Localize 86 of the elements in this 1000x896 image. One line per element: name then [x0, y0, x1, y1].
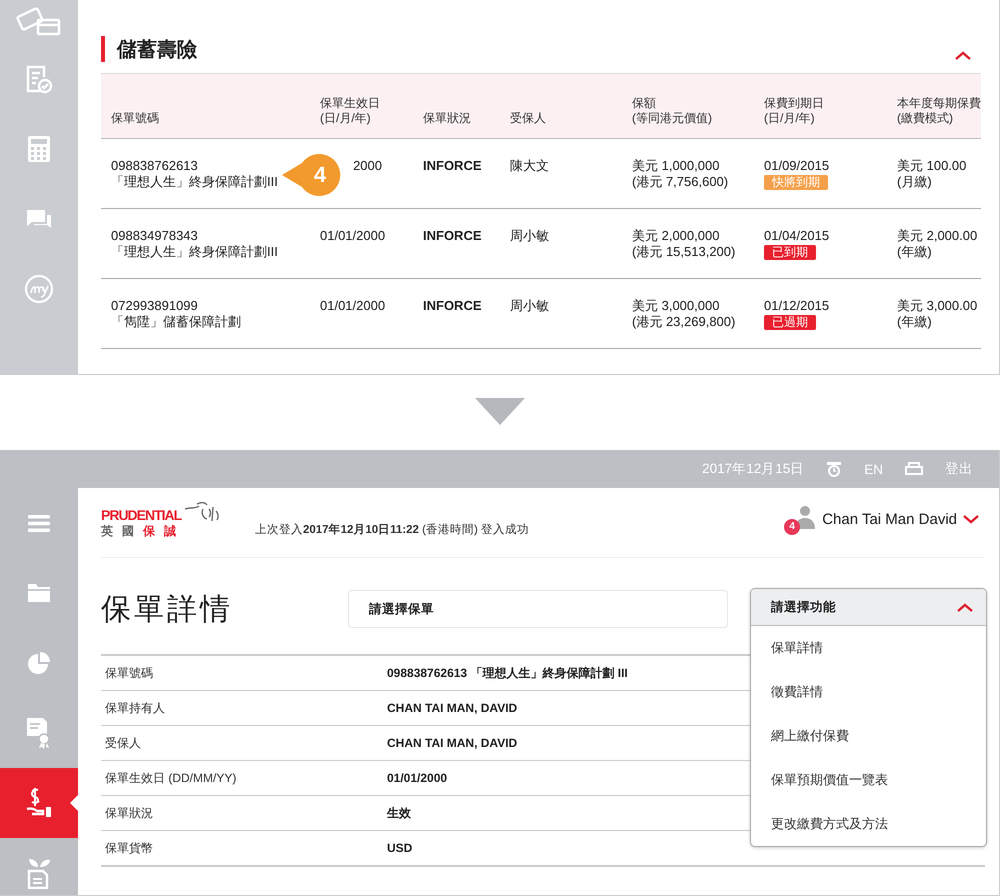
- policy-number: 072993891099: [111, 298, 199, 314]
- policy-status: INFORCE: [423, 298, 482, 313]
- payment-mode: (年繳): [897, 314, 933, 330]
- plan-name: 「理想人生」終身保障計劃III: [111, 174, 279, 190]
- column-header: 保單狀況: [422, 111, 472, 127]
- column-header: 保費到期日 (日/月/年): [763, 96, 825, 127]
- folder-icon[interactable]: [27, 583, 51, 603]
- function-select[interactable]: 請選擇功能: [751, 589, 986, 626]
- detail-label: 受保人: [104, 734, 142, 752]
- insured-name: 周小敏: [510, 298, 549, 313]
- detail-label: 保單貨幣: [104, 840, 154, 856]
- plan-name: 「理想人生」終身保障計劃III: [111, 244, 279, 260]
- column-header: 保單號碼: [110, 111, 160, 127]
- policy-number: 098838762613: [111, 158, 199, 174]
- menu-item[interactable]: 保單詳情: [751, 626, 986, 670]
- detail-value: USD: [387, 841, 412, 855]
- column-header: 保單生效日 (日/月/年): [319, 96, 381, 127]
- sidebar-item[interactable]: [0, 768, 78, 838]
- user-name[interactable]: Chan Tai Man David: [822, 511, 957, 528]
- collapse-chevron-icon[interactable]: [955, 50, 971, 60]
- company-logo: PRUDENTIAL 英國 保誠: [101, 500, 255, 538]
- my-account-icon[interactable]: [24, 274, 54, 304]
- page-title: 保單詳情: [101, 592, 234, 628]
- effective-date: 2000: [352, 158, 382, 174]
- sum-insured-hkd: (港元 15,513,200): [632, 244, 736, 260]
- down-arrow-icon: [475, 398, 525, 425]
- alarm-icon[interactable]: [826, 461, 842, 477]
- menu-item[interactable]: 網上繳付保費: [751, 714, 986, 758]
- insured-name: 陳大文: [510, 158, 549, 173]
- policy-status: INFORCE: [423, 158, 482, 173]
- detail-value: CHAN TAI MAN, DAVID: [387, 701, 518, 715]
- print-icon[interactable]: [905, 462, 923, 476]
- effective-date: 01/01/2000: [320, 298, 382, 314]
- document-award-icon[interactable]: [26, 717, 52, 749]
- step-callout: 4: [282, 153, 342, 197]
- detail-value: CHAN TAI MAN, DAVID: [387, 736, 518, 750]
- due-status-badge: 已到期: [764, 245, 816, 260]
- detail-value: 098838762613 「理想人生」終身保障計劃 III: [387, 664, 628, 682]
- menu-item[interactable]: 保單預期價值一覽表: [751, 758, 986, 802]
- column-header: 保額 (等同港元價值): [631, 96, 713, 127]
- policy-status: INFORCE: [423, 228, 482, 243]
- plan-name: 「雋陞」儲蓄保障計劃: [111, 314, 242, 330]
- payment-mode: (月繳): [897, 174, 933, 190]
- sum-insured-hkd: (港元 7,756,600): [632, 174, 730, 190]
- menu-icon[interactable]: [28, 514, 50, 532]
- plant-document-icon[interactable]: [26, 857, 52, 889]
- premium-due-date: 01/09/2015: [764, 158, 830, 174]
- premium-amount: 美元 3,000.00: [897, 298, 978, 314]
- dropdown-chevron-icon[interactable]: [963, 515, 979, 524]
- dollar-hand-icon[interactable]: [26, 788, 52, 818]
- sum-insured: 美元 3,000,000: [632, 298, 720, 314]
- column-header: 本年度每期保費 (繳費模式): [896, 96, 981, 127]
- collapse-chevron-icon[interactable]: [957, 602, 973, 612]
- policy-select-field[interactable]: 請選擇保單: [348, 590, 728, 628]
- selection-pointer-icon: [70, 795, 78, 811]
- pie-chart-icon[interactable]: [27, 651, 51, 675]
- detail-label: 保單生效日 (DD/MM/YY): [104, 770, 238, 786]
- premium-due-date: 01/12/2015: [764, 298, 830, 314]
- premium-amount: 美元 100.00: [897, 158, 968, 174]
- current-date: 2017年12月15日: [702, 460, 804, 478]
- effective-date: 01/01/2000: [320, 228, 382, 244]
- document-check-icon[interactable]: [24, 64, 54, 94]
- notification-badge: 4: [784, 518, 800, 534]
- due-status-badge: 快將到期: [764, 175, 828, 190]
- due-status-badge: 已過期: [764, 315, 816, 330]
- section-title: 儲蓄壽險: [117, 38, 197, 62]
- chat-icon[interactable]: [26, 209, 52, 229]
- detail-label: 保單持有人: [104, 700, 166, 716]
- sum-insured-hkd: (港元 23,269,800): [632, 314, 736, 330]
- calculator-icon[interactable]: [27, 135, 51, 163]
- menu-item[interactable]: 更改繳費方式及方法: [751, 802, 986, 846]
- detail-label: 保單狀況: [104, 804, 154, 822]
- last-login-text: 上次登入2017年12月10日11:22 (香港時間) 登入成功: [255, 522, 530, 537]
- payment-mode: (年繳): [897, 244, 933, 260]
- cash-card-icon[interactable]: [16, 6, 62, 38]
- insured-name: 周小敏: [510, 228, 549, 243]
- sum-insured: 美元 2,000,000: [632, 228, 720, 244]
- sum-insured: 美元 1,000,000: [632, 158, 720, 174]
- policy-number: 098834978343: [111, 228, 199, 244]
- detail-label: 保單號碼: [104, 664, 154, 682]
- premium-amount: 美元 2,000.00: [897, 228, 978, 244]
- column-header: 受保人: [509, 111, 547, 127]
- detail-value: 生效: [387, 804, 411, 822]
- premium-due-date: 01/04/2015: [764, 228, 830, 244]
- detail-value: 01/01/2000: [387, 771, 448, 785]
- menu-item[interactable]: 徵費詳情: [751, 670, 986, 714]
